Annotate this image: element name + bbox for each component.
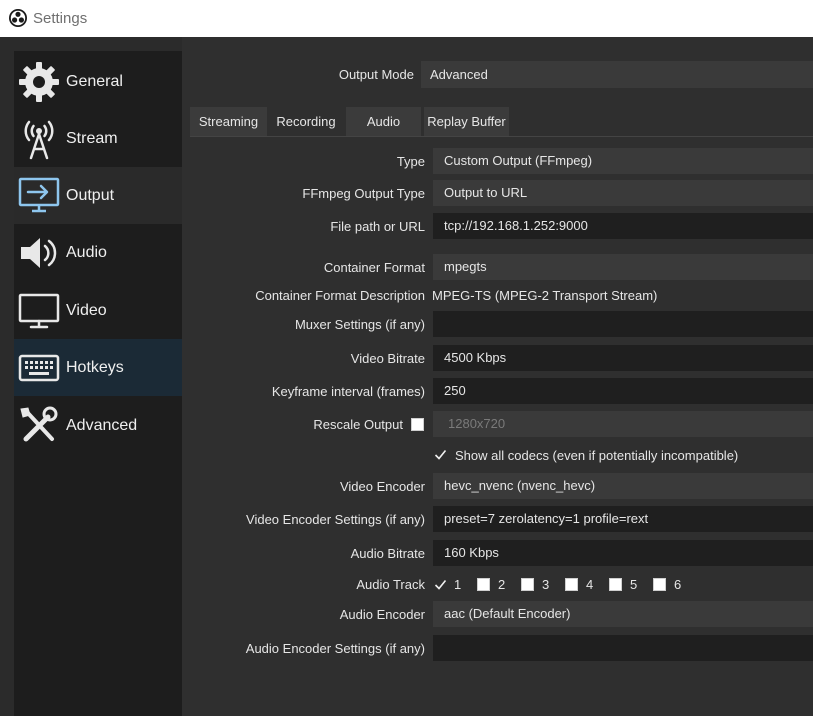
file-path-input[interactable]: tcp://192.168.1.252:9000 [433, 213, 813, 239]
sidebar-item-label: Advanced [66, 416, 138, 434]
video-bitrate-spinbox[interactable]: 4500 Kbps [433, 345, 813, 371]
video-encoder-select[interactable]: hevc_nvenc (nvenc_hevc) [433, 473, 813, 499]
audio-track-5-label: 5 [630, 577, 638, 592]
sidebar-item-label: Output [66, 186, 115, 204]
speaker-icon [17, 231, 61, 275]
audio-track-1-checkbox[interactable] [434, 578, 447, 591]
audio-track-label: Audio Track [356, 577, 425, 592]
keyboard-icon [17, 346, 61, 390]
output-settings-panel: Output Mode Advanced Streaming Recording… [182, 37, 813, 716]
checkmark-icon [434, 449, 447, 460]
sidebar-item-general[interactable]: General [14, 53, 182, 110]
checkmark-icon [434, 579, 447, 590]
obs-logo-icon [9, 9, 27, 27]
ffmpeg-output-type-select[interactable]: Output to URL [433, 180, 813, 206]
muxer-settings-label: Muxer Settings (if any) [294, 317, 425, 332]
window-title: Settings [33, 10, 88, 27]
tab-audio[interactable]: Audio [346, 107, 421, 136]
output-mode-select[interactable]: Advanced [421, 61, 813, 88]
container-format-desc-label: Container Format Description [255, 288, 425, 303]
audio-bitrate-label: Audio Bitrate [350, 546, 425, 561]
audio-encoder-settings-label: Audio Encoder Settings (if any) [245, 641, 425, 656]
output-mode-label: Output Mode [338, 67, 414, 82]
muxer-settings-input[interactable] [433, 311, 813, 337]
type-label: Type [396, 154, 425, 169]
type-select[interactable]: Custom Output (FFmpeg) [433, 148, 813, 174]
show-all-codecs-checkbox[interactable] [434, 448, 447, 461]
container-format-label: Container Format [323, 260, 425, 275]
tools-icon [17, 404, 61, 448]
keyframe-interval-label: Keyframe interval (frames) [271, 384, 425, 399]
sidebar-item-audio[interactable]: Audio [14, 224, 182, 281]
sidebar-item-advanced[interactable]: Advanced [14, 397, 182, 454]
audio-track-6-label: 6 [674, 577, 682, 592]
sidebar-item-stream[interactable]: Stream [14, 110, 182, 167]
tab-streaming[interactable]: Streaming [190, 107, 267, 136]
audio-track-2-label: 2 [498, 577, 506, 592]
tab-recording[interactable]: Recording [269, 107, 343, 136]
tab-divider [190, 136, 813, 137]
gear-icon [17, 60, 61, 104]
output-icon [17, 174, 61, 218]
monitor-icon [17, 289, 61, 333]
sidebar-item-label: General [66, 72, 123, 90]
audio-encoder-settings-input[interactable] [433, 635, 813, 661]
audio-track-5-checkbox[interactable] [609, 578, 622, 591]
sidebar-item-video[interactable]: Video [14, 282, 182, 339]
file-path-label: File path or URL [330, 219, 425, 234]
video-encoder-settings-label: Video Encoder Settings (if any) [246, 512, 425, 527]
video-encoder-label: Video Encoder [339, 479, 425, 494]
video-bitrate-label: Video Bitrate [350, 351, 425, 366]
tab-replay-buffer[interactable]: Replay Buffer [424, 107, 509, 136]
sidebar-item-hotkeys[interactable]: Hotkeys [14, 339, 182, 396]
show-all-codecs-label: Show all codecs (even if potentially inc… [455, 448, 739, 463]
audio-encoder-label: Audio Encoder [339, 607, 425, 622]
container-format-select[interactable]: mpegts [433, 254, 813, 280]
title-bar: Settings [0, 0, 813, 37]
window-border [0, 37, 14, 716]
audio-track-2-checkbox[interactable] [477, 578, 490, 591]
sidebar-item-label: Audio [66, 243, 107, 261]
audio-track-6-checkbox[interactable] [653, 578, 666, 591]
sidebar-item-label: Hotkeys [66, 358, 124, 376]
rescale-output-label: Rescale Output [313, 417, 403, 432]
sidebar-item-label: Stream [66, 129, 118, 147]
audio-track-4-checkbox[interactable] [565, 578, 578, 591]
keyframe-interval-spinbox[interactable]: 250 [433, 378, 813, 404]
ffmpeg-output-type-label: FFmpeg Output Type [302, 186, 425, 201]
video-encoder-settings-input[interactable]: preset=7 zerolatency=1 profile=rext [433, 506, 813, 532]
audio-track-3-label: 3 [542, 577, 550, 592]
sidebar-item-output[interactable]: Output [14, 167, 182, 224]
audio-track-1-label: 1 [454, 577, 462, 592]
rescale-output-resolution: 1280x720 [433, 411, 813, 437]
audio-bitrate-select[interactable]: 160 Kbps [433, 540, 813, 566]
audio-track-3-checkbox[interactable] [521, 578, 534, 591]
rescale-output-checkbox[interactable] [411, 418, 424, 431]
settings-sidebar: General Stream Output Audio Video Hotkey… [14, 51, 182, 716]
sidebar-item-label: Video [66, 301, 107, 319]
audio-encoder-select[interactable]: aac (Default Encoder) [433, 601, 813, 627]
audio-track-4-label: 4 [586, 577, 594, 592]
antenna-icon [17, 117, 61, 161]
container-format-desc-value: MPEG-TS (MPEG-2 Transport Stream) [432, 288, 658, 303]
